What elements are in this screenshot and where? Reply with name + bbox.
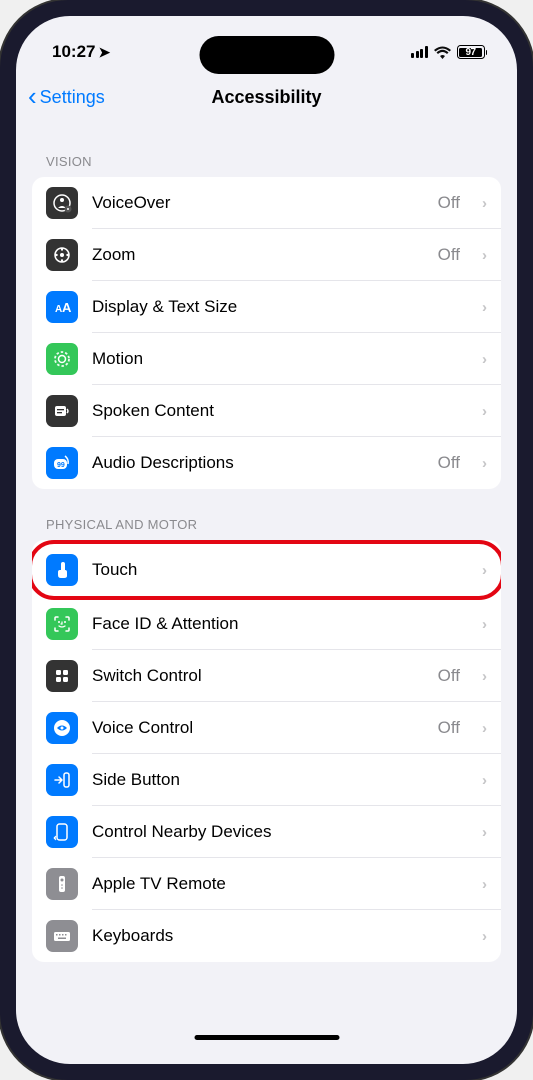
chevron-right-icon: › (482, 928, 487, 945)
list-group-physical: Touch › Face ID & Attention › (32, 540, 501, 962)
location-icon: ➤ (98, 44, 110, 61)
cellular-icon (411, 46, 428, 58)
row-switch-control[interactable]: Switch Control Off › (32, 650, 501, 702)
row-apple-tv-remote[interactable]: Apple TV Remote › (32, 858, 501, 910)
row-label: Spoken Content (92, 401, 460, 421)
voiceover-icon (46, 187, 78, 219)
chevron-right-icon: › (482, 668, 487, 685)
row-label: Face ID & Attention (92, 614, 460, 634)
row-value: Off (438, 666, 460, 686)
dynamic-island (199, 36, 334, 74)
screen: 10:27 ➤ 97 ‹ (16, 16, 517, 1064)
wifi-icon (434, 46, 451, 59)
row-label: Apple TV Remote (92, 874, 460, 894)
touch-icon (46, 554, 78, 586)
chevron-right-icon: › (482, 247, 487, 264)
chevron-right-icon: › (482, 403, 487, 420)
phone-frame: 10:27 ➤ 97 ‹ (0, 0, 533, 1080)
section-header-physical: PHYSICAL AND MOTOR (32, 489, 501, 540)
face-id-icon (46, 608, 78, 640)
row-value: Off (438, 193, 460, 213)
battery-level: 97 (459, 48, 482, 57)
chevron-right-icon: › (482, 562, 487, 579)
row-spoken-content[interactable]: Spoken Content › (32, 385, 501, 437)
row-label: Touch (92, 560, 460, 580)
highlight-annotation: Touch › (32, 540, 501, 600)
spoken-content-icon (46, 395, 78, 427)
chevron-right-icon: › (482, 616, 487, 633)
chevron-right-icon: › (482, 299, 487, 316)
motion-icon (46, 343, 78, 375)
zoom-icon (46, 239, 78, 271)
row-voice-control[interactable]: Voice Control Off › (32, 702, 501, 754)
row-label: Side Button (92, 770, 460, 790)
chevron-right-icon: › (482, 824, 487, 841)
row-audio-descriptions[interactable]: 99 Audio Descriptions Off › (32, 437, 501, 489)
row-zoom[interactable]: Zoom Off › (32, 229, 501, 281)
audio-descriptions-icon: 99 (46, 447, 78, 479)
keyboards-icon (46, 920, 78, 952)
row-side-button[interactable]: Side Button › (32, 754, 501, 806)
side-button-icon (46, 764, 78, 796)
row-touch[interactable]: Touch › (32, 544, 501, 596)
row-voiceover[interactable]: VoiceOver Off › (32, 177, 501, 229)
chevron-right-icon: › (482, 772, 487, 789)
row-control-nearby[interactable]: Control Nearby Devices › (32, 806, 501, 858)
row-motion[interactable]: Motion › (32, 333, 501, 385)
row-face-id[interactable]: Face ID & Attention › (32, 598, 501, 650)
nav-bar: ‹ Settings Accessibility (16, 72, 517, 122)
row-label: Zoom (92, 245, 424, 265)
chevron-right-icon: › (482, 876, 487, 893)
row-label: Voice Control (92, 718, 424, 738)
display-text-icon: AA (46, 291, 78, 323)
row-label: VoiceOver (92, 193, 424, 213)
row-label: Display & Text Size (92, 297, 460, 317)
chevron-left-icon: ‹ (28, 83, 37, 109)
row-label: Motion (92, 349, 460, 369)
time-label: 10:27 (52, 42, 95, 62)
row-label: Audio Descriptions (92, 453, 424, 473)
page-title: Accessibility (211, 87, 321, 108)
voice-control-icon (46, 712, 78, 744)
svg-text:A: A (62, 300, 72, 315)
section-header-vision: VISION (32, 122, 501, 177)
chevron-right-icon: › (482, 720, 487, 737)
switch-control-icon (46, 660, 78, 692)
svg-text:99: 99 (57, 462, 65, 469)
row-label: Keyboards (92, 926, 460, 946)
row-keyboards[interactable]: Keyboards › (32, 910, 501, 962)
row-value: Off (438, 453, 460, 473)
row-label: Switch Control (92, 666, 424, 686)
back-button[interactable]: ‹ Settings (28, 85, 105, 109)
chevron-right-icon: › (482, 455, 487, 472)
row-value: Off (438, 245, 460, 265)
list-group-vision: VoiceOver Off › Zoom Off › AA (32, 177, 501, 489)
chevron-right-icon: › (482, 351, 487, 368)
battery-icon: 97 (457, 45, 488, 59)
tv-remote-icon (46, 868, 78, 900)
row-display-text-size[interactable]: AA Display & Text Size › (32, 281, 501, 333)
chevron-right-icon: › (482, 195, 487, 212)
back-label: Settings (40, 87, 105, 108)
status-time: 10:27 ➤ (52, 42, 110, 62)
nearby-devices-icon (46, 816, 78, 848)
row-value: Off (438, 718, 460, 738)
row-label: Control Nearby Devices (92, 822, 460, 842)
home-indicator[interactable] (194, 1035, 339, 1040)
